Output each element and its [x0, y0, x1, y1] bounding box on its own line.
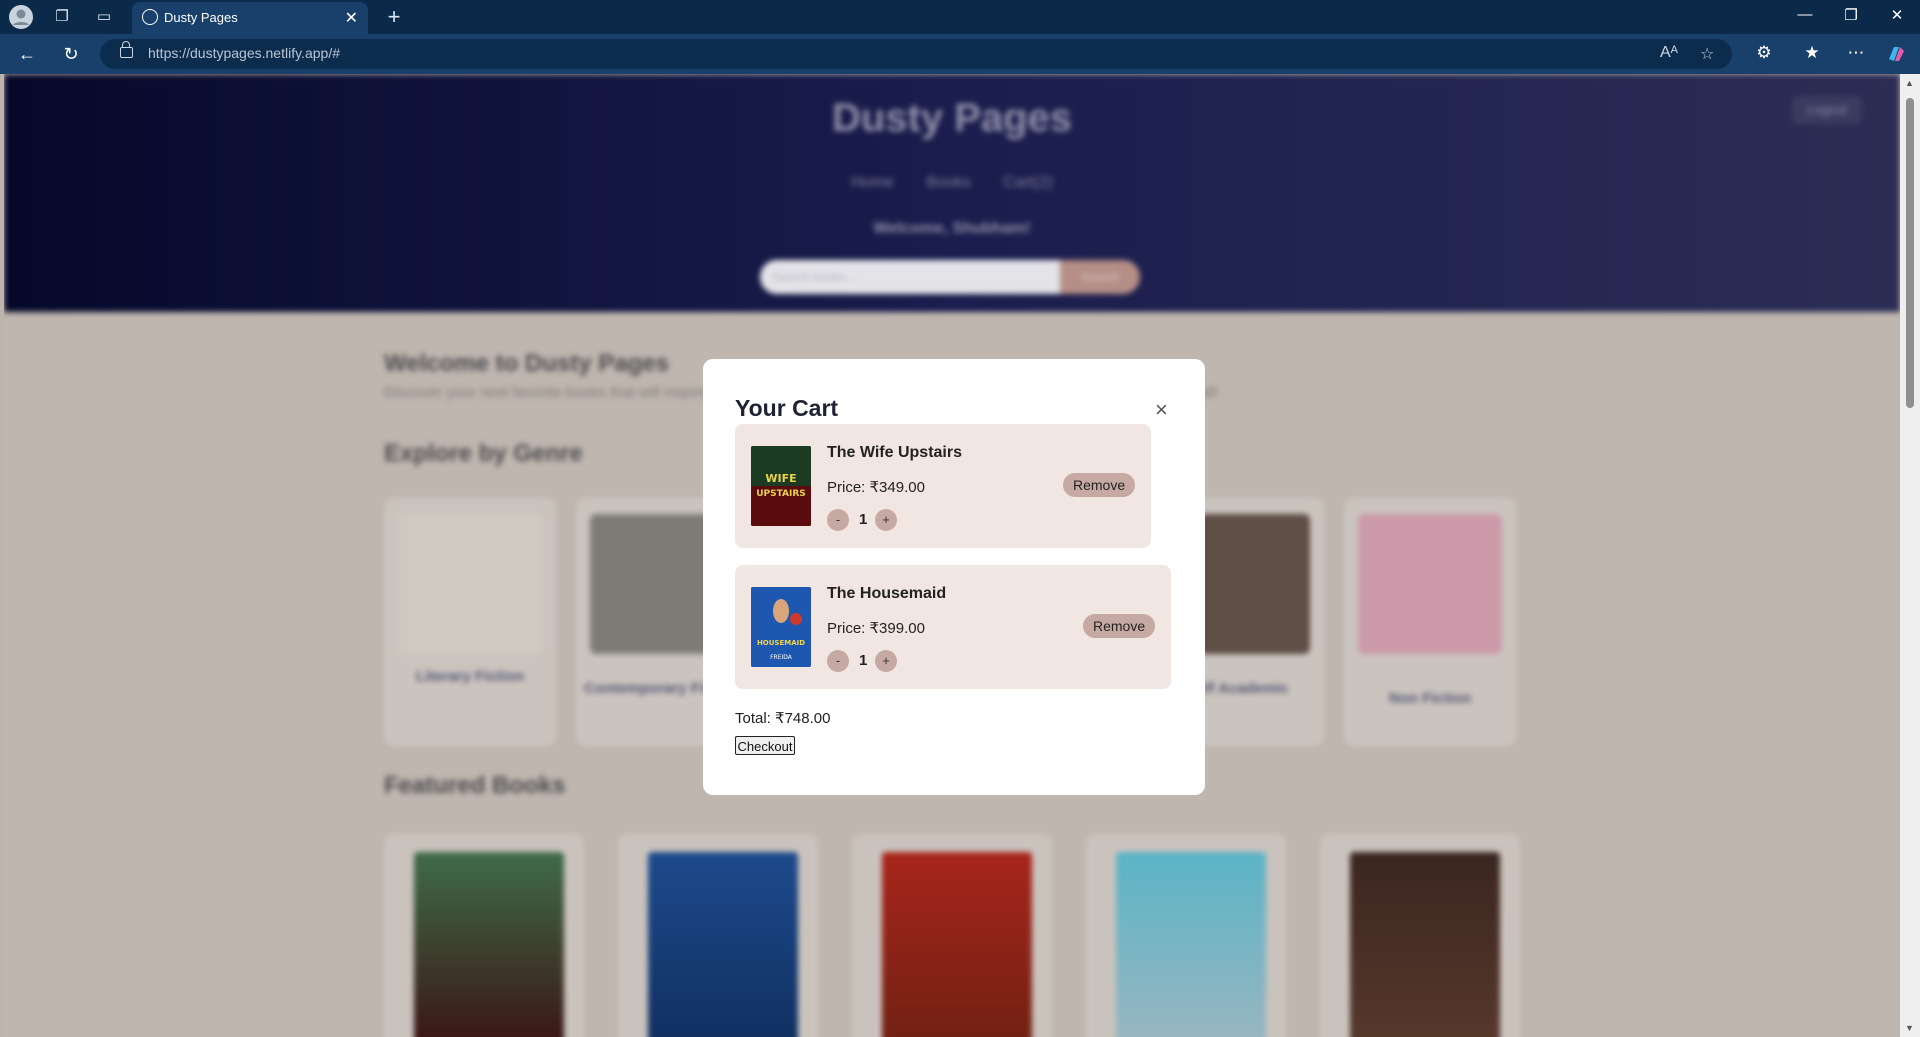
- tab-dusty-pages[interactable]: Dusty Pages ✕: [132, 2, 368, 34]
- decrease-qty-button[interactable]: -: [827, 509, 849, 531]
- lock-icon: [120, 41, 133, 58]
- search-button[interactable]: Search: [1060, 260, 1140, 294]
- read-aloud-icon[interactable]: Aᴬ: [1660, 44, 1678, 62]
- welcome-message: Welcome, Shubham!: [873, 220, 1031, 237]
- genre-card[interactable]: Literary Fiction: [384, 498, 556, 746]
- genre-card[interactable]: Non Fiction: [1344, 498, 1516, 746]
- copilot-icon[interactable]: [1884, 43, 1908, 70]
- remove-button[interactable]: Remove: [1063, 473, 1136, 497]
- site-title: Dusty Pages: [831, 96, 1073, 140]
- checkout-button[interactable]: Checkout: [735, 736, 795, 755]
- favorite-star-icon[interactable]: ☆: [1700, 44, 1714, 64]
- item-title: The Wife Upstairs: [827, 444, 962, 461]
- nav-books[interactable]: Books: [926, 174, 970, 191]
- new-tab-icon[interactable]: +: [384, 6, 404, 28]
- minimize-icon[interactable]: —: [1790, 6, 1820, 23]
- scrollbar-thumb[interactable]: [1906, 98, 1914, 408]
- page-scrollbar[interactable]: ▲ ▼: [1900, 74, 1920, 1037]
- cart-item: HOUSEMAID FREIDA The Housemaid Price: ₹39…: [735, 565, 1171, 689]
- svg-text:FREIDA: FREIDA: [770, 654, 793, 661]
- book-card[interactable]: [1086, 834, 1286, 1037]
- back-icon[interactable]: ←: [16, 44, 38, 65]
- book-card[interactable]: [852, 834, 1052, 1037]
- featured-heading: Featured Books: [384, 772, 566, 799]
- genre-heading: Explore by Genre: [384, 440, 583, 467]
- book-card[interactable]: [618, 834, 818, 1037]
- scroll-down-icon[interactable]: ▼: [1905, 1023, 1914, 1033]
- genre-label: Non Fiction: [1388, 690, 1472, 707]
- item-qty: 1: [859, 511, 868, 528]
- search-input[interactable]: Search books...: [760, 260, 1060, 294]
- refresh-icon[interactable]: ↻: [60, 44, 82, 65]
- genre-label: Literary Fiction: [415, 668, 525, 685]
- item-qty: 1: [859, 652, 868, 669]
- book-card[interactable]: [1320, 834, 1520, 1037]
- url-host: https://dustypages.netlify.app: [148, 45, 329, 61]
- nav-home[interactable]: Home: [851, 174, 894, 191]
- site-nav: Home Books Cart(2): [4, 174, 1900, 192]
- item-price: Price: ₹399.00: [827, 620, 925, 637]
- svg-text:UPSTAIRS: UPSTAIRS: [756, 489, 806, 499]
- logout-button[interactable]: Logout: [1792, 96, 1862, 124]
- book-thumbnail: HOUSEMAID FREIDA: [751, 587, 811, 667]
- decrease-qty-button[interactable]: -: [827, 650, 849, 672]
- collections-icon[interactable]: ❐: [52, 7, 72, 27]
- cart-item: WIFE UPSTAIRS The Wife Upstairs Price: ₹3…: [735, 424, 1151, 548]
- close-tab-icon[interactable]: ✕: [345, 8, 358, 28]
- remove-button[interactable]: Remove: [1083, 614, 1156, 638]
- favorites-icon[interactable]: ★: [1800, 43, 1824, 63]
- increase-qty-button[interactable]: +: [875, 650, 897, 672]
- cart-modal: Your Cart × WIFE UPSTAIRS The Wife Upstai…: [703, 359, 1205, 795]
- tab-title: Dusty Pages: [164, 10, 238, 25]
- browser-tab-bar: ❐ ▭ Dusty Pages ✕ + — ❐ ✕: [0, 0, 1920, 34]
- close-icon[interactable]: ×: [1155, 397, 1168, 423]
- url-path: /#: [328, 45, 340, 61]
- book-card[interactable]: [384, 834, 584, 1037]
- profile-icon[interactable]: [8, 4, 34, 30]
- cart-title: Your Cart: [735, 395, 839, 421]
- url-field[interactable]: https://dustypages.netlify.app/# Aᴬ ☆: [100, 39, 1732, 69]
- page-viewport: Dusty Pages Logout Home Books Cart(2) We…: [4, 74, 1900, 1037]
- restore-icon[interactable]: ❐: [1836, 6, 1866, 24]
- more-menu-icon[interactable]: ⋯: [1844, 43, 1868, 63]
- item-price: Price: ₹349.00: [827, 479, 925, 496]
- welcome-heading: Welcome to Dusty Pages: [384, 350, 669, 377]
- address-bar-row: ← ↻ https://dustypages.netlify.app/# Aᴬ …: [0, 34, 1920, 74]
- increase-qty-button[interactable]: +: [875, 509, 897, 531]
- close-window-icon[interactable]: ✕: [1882, 6, 1912, 24]
- site-header: Dusty Pages Logout Home Books Cart(2) We…: [4, 74, 1900, 312]
- scroll-up-icon[interactable]: ▲: [1905, 78, 1914, 88]
- svg-text:HOUSEMAID: HOUSEMAID: [757, 639, 805, 647]
- book-thumbnail: WIFE UPSTAIRS: [751, 446, 811, 526]
- nav-cart[interactable]: Cart(2): [1003, 174, 1053, 191]
- tab-actions-icon[interactable]: ▭: [94, 7, 114, 27]
- extensions-icon[interactable]: ⚙: [1752, 43, 1776, 63]
- globe-icon: [142, 9, 158, 25]
- item-title: The Housemaid: [827, 585, 947, 602]
- cart-total: Total: ₹748.00: [735, 710, 831, 727]
- svg-text:WIFE: WIFE: [765, 472, 796, 485]
